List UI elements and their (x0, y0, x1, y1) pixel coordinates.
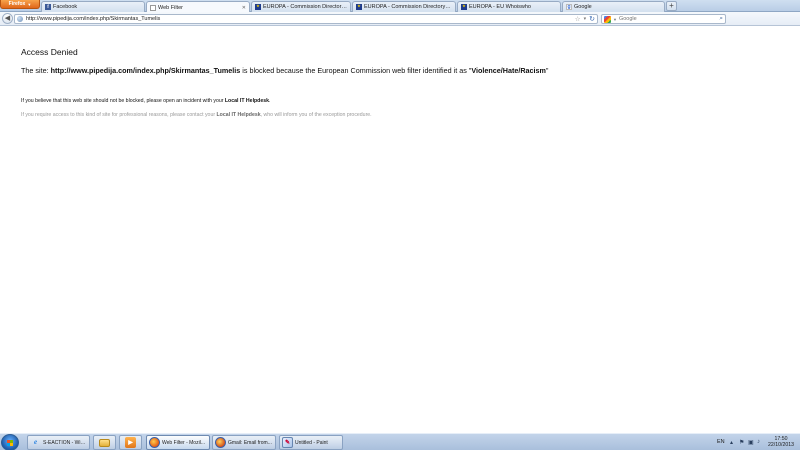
url-text[interactable]: http://www.pipedija.com/index.php/Skirma… (26, 16, 572, 22)
close-icon[interactable]: ✕ (242, 5, 246, 11)
page-content: Access Denied The site: http://www.piped… (0, 27, 800, 433)
eu-flag-icon: ★ (356, 4, 362, 10)
reload-icon[interactable]: ↻ (589, 15, 595, 23)
folder-icon (99, 438, 110, 447)
start-button[interactable] (1, 434, 19, 450)
taskbar-item-firefox-gmail[interactable]: Gmail: Email from... (212, 435, 276, 450)
firefox-icon (149, 437, 160, 448)
facebook-icon: f (45, 4, 51, 10)
windows-taskbar: e S-EACTION - Win... ▶ Web Filter - Mozi… (0, 433, 800, 450)
helpdesk-name: Local IT Helpdesk (216, 112, 261, 118)
tab-europa-whoiswho[interactable]: ★ EUROPA - EU Whoiswho (457, 1, 561, 12)
internet-explorer-icon: e (33, 438, 38, 446)
tab-facebook[interactable]: f Facebook (41, 1, 145, 12)
tab-google[interactable]: g Google (562, 1, 665, 12)
search-bar: ▼ ⌕ (601, 14, 726, 24)
media-player-icon: ▶ (125, 437, 136, 448)
blocked-site-url: http://www.pipedija.com/index.php/Skirma… (50, 66, 241, 75)
tab-label: EUROPA - Commission Directory - O... (364, 4, 452, 10)
url-history-dropdown-icon[interactable]: ▾ (584, 16, 587, 22)
tab-europa-directory-2[interactable]: ★ EUROPA - Commission Directory - O... (352, 1, 456, 12)
action-center-flag-icon[interactable]: ⚑ (739, 439, 744, 446)
firefox-menu-button[interactable]: Firefox ▼ (0, 0, 40, 9)
eu-flag-icon: ★ (461, 4, 467, 10)
helpdesk-name: Local IT Helpdesk (224, 98, 269, 104)
system-clock[interactable]: 17:50 22/10/2013 (765, 436, 797, 448)
bookmark-star-icon[interactable]: ☆ (575, 15, 581, 23)
chevron-down-icon: ▼ (27, 1, 32, 7)
search-input[interactable] (618, 15, 718, 23)
taskbar-item-label: Gmail: Email from... (228, 439, 272, 446)
tab-label: EUROPA - EU Whoiswho (469, 4, 531, 10)
taskbar-item-internet-explorer[interactable]: e S-EACTION - Win... (27, 435, 90, 450)
new-tab-button[interactable]: + (666, 1, 677, 11)
tab-label: EUROPA - Commission Directory - W... (263, 4, 347, 10)
page-title: Access Denied (21, 47, 78, 57)
clock-date: 22/10/2013 (768, 442, 794, 448)
taskbar-item-label: Untitled - Paint (295, 439, 328, 446)
blocked-message-suffix: " (545, 66, 549, 75)
tab-label: Web Filter (158, 4, 183, 11)
blocked-message-middle: is blocked because the European Commissi… (240, 66, 472, 75)
taskbar-item-firefox-web-filter[interactable]: Web Filter - Mozil... (146, 435, 210, 450)
exception-text-end: , who will inform you of the exception p… (260, 112, 372, 118)
incident-instructions: If you believe that this web site should… (21, 98, 270, 104)
google-icon: g (566, 3, 572, 10)
incident-text: If you believe that this web site should… (21, 98, 225, 104)
back-arrow-icon: ◀ (4, 15, 11, 22)
exception-instructions: If you require access to this kind of si… (21, 112, 372, 118)
globe-icon (17, 16, 23, 22)
exception-text: If you require access to this kind of si… (21, 112, 217, 118)
show-hidden-icons-icon[interactable]: ▴ (730, 439, 733, 446)
taskbar-item-explorer[interactable] (93, 435, 116, 450)
eu-flag-icon: ★ (255, 4, 261, 10)
tab-label: Google (574, 4, 592, 10)
back-button[interactable]: ◀ (2, 13, 13, 24)
blocked-message-prefix: The site: (21, 66, 51, 75)
paint-icon: ✎ (282, 437, 293, 448)
tab-bar: Firefox ▼ f Facebook Web Filter ✕ ★ EURO… (0, 0, 800, 13)
url-bar[interactable]: http://www.pipedija.com/index.php/Skirma… (14, 14, 598, 24)
incident-text-end: . (269, 98, 271, 104)
chevron-down-icon[interactable]: ▼ (613, 17, 617, 22)
taskbar-item-media-player[interactable]: ▶ (119, 435, 142, 450)
taskbar-item-label: S-EACTION - Win... (43, 439, 87, 446)
blank-page-icon (150, 4, 156, 11)
taskbar-item-paint[interactable]: ✎ Untitled - Paint (279, 435, 343, 450)
volume-icon[interactable]: ♪ (757, 439, 760, 445)
navigation-toolbar: ◀ http://www.pipedija.com/index.php/Skir… (0, 12, 800, 26)
tab-europa-directory-1[interactable]: ★ EUROPA - Commission Directory - W... (251, 1, 351, 12)
language-indicator[interactable]: EN (717, 439, 725, 445)
taskbar-item-label: Web Filter - Mozil... (162, 439, 205, 446)
firefox-icon (215, 437, 226, 448)
blocked-message: The site: http://www.pipedija.com/index.… (21, 66, 548, 75)
firefox-menu-label: Firefox (8, 1, 26, 7)
google-icon[interactable] (604, 15, 611, 23)
search-icon[interactable]: ⌕ (719, 15, 723, 23)
filter-category: Violence/Hate/Racism (471, 66, 546, 75)
tab-label: Facebook (53, 4, 78, 10)
network-icon[interactable]: ▣ (748, 439, 754, 446)
